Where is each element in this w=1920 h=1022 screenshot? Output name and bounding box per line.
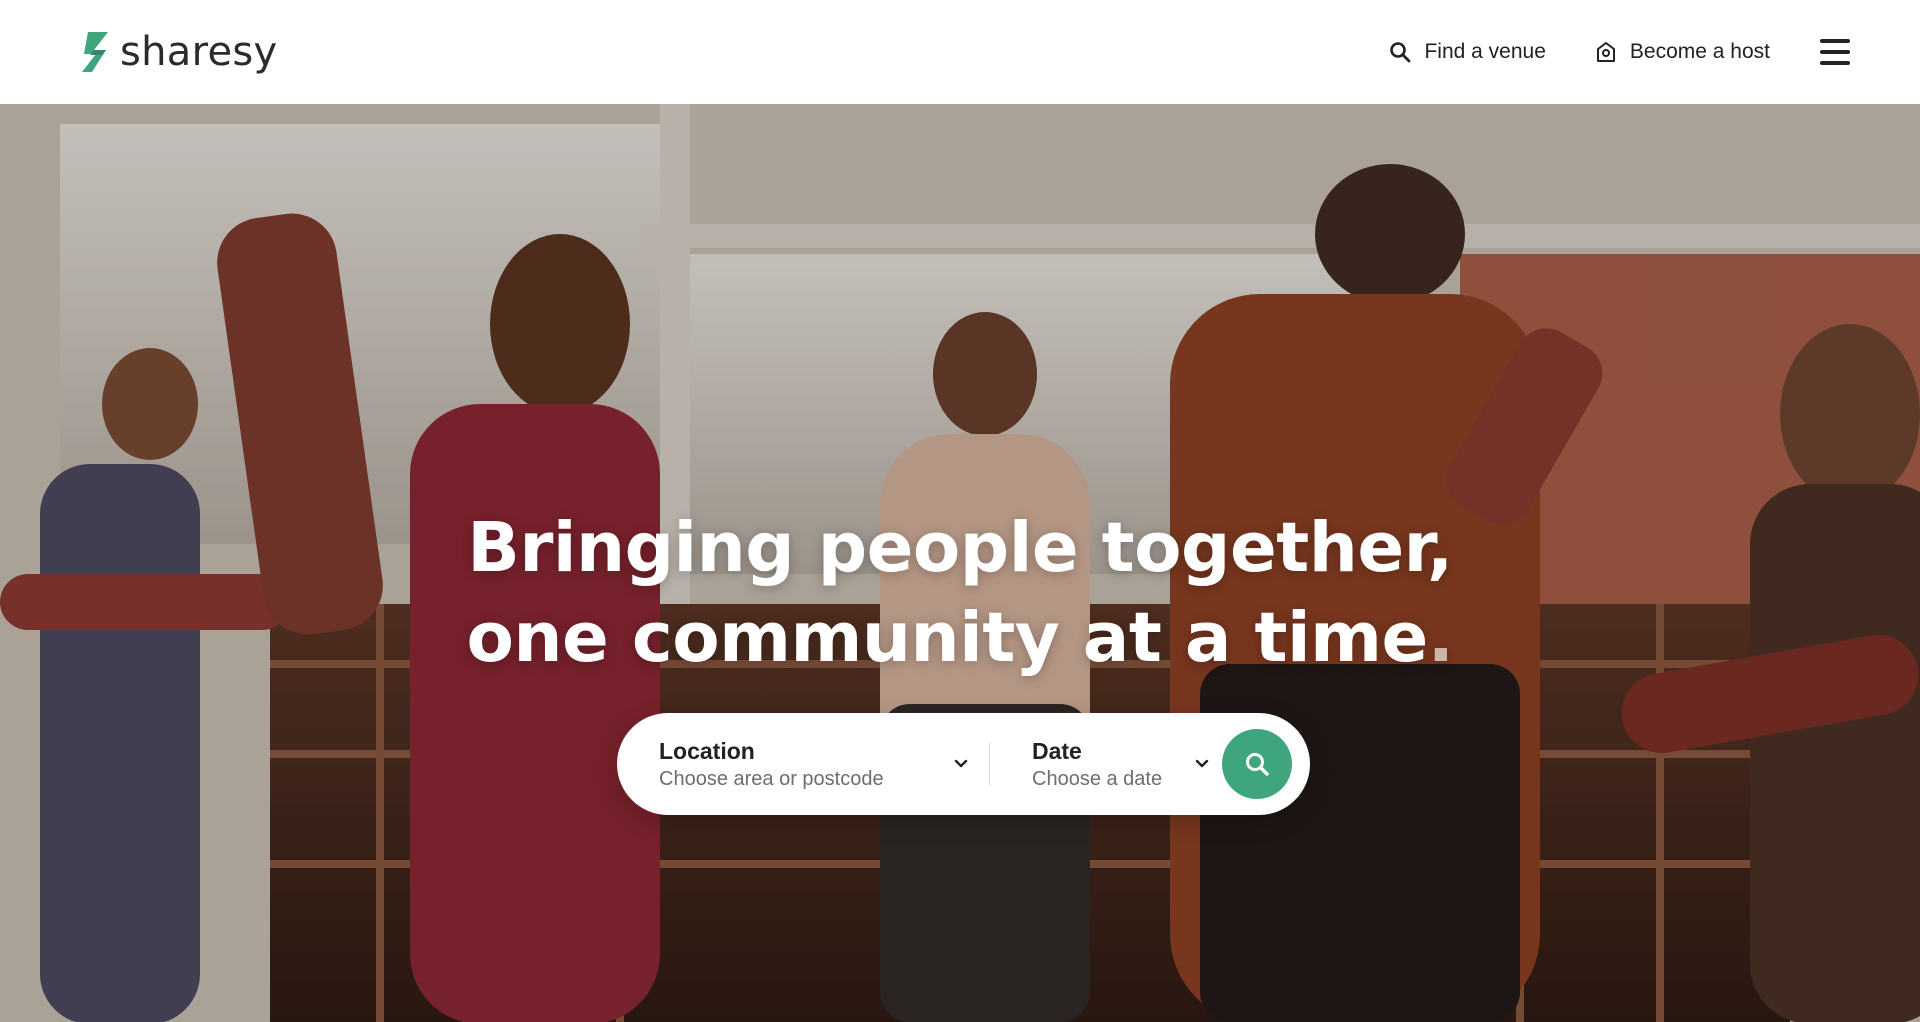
date-placeholder: Choose a date — [1032, 768, 1163, 790]
sharesy-logo-icon — [82, 32, 108, 72]
menu-line — [1820, 50, 1850, 54]
hamburger-menu-icon[interactable] — [1820, 37, 1850, 67]
logo-text: sharesy — [120, 29, 278, 75]
become-host-link[interactable]: Become a host — [1594, 40, 1770, 64]
location-placeholder: Choose area or postcode — [659, 768, 884, 790]
search-button[interactable] — [1222, 729, 1292, 799]
menu-line — [1820, 61, 1850, 65]
headline-line-2: one community at a time — [466, 598, 1428, 678]
site-header: sharesy Find a venue Become a host — [0, 0, 1920, 104]
logo[interactable]: sharesy — [80, 29, 278, 75]
date-field[interactable]: Date Choose a date — [990, 736, 1210, 792]
house-icon — [1596, 42, 1615, 62]
date-label: Date — [1032, 738, 1082, 764]
hero: Bringing people together, one community … — [0, 104, 1920, 1022]
top-nav: Find a venue Become a host — [1388, 37, 1850, 67]
search-icon — [1246, 753, 1269, 776]
become-host-label: Become a host — [1629, 40, 1770, 63]
headline-dot: . — [1427, 598, 1454, 678]
hero-headline: Bringing people together, one community … — [0, 503, 1920, 683]
location-field[interactable]: Location Choose area or postcode — [659, 736, 969, 792]
headline-line-1: Bringing people together, — [467, 508, 1453, 588]
location-label: Location — [659, 738, 755, 764]
chevron-down-icon — [1195, 759, 1209, 768]
chevron-down-icon — [954, 759, 968, 768]
find-venue-link[interactable]: Find a venue — [1388, 40, 1546, 64]
find-venue-label: Find a venue — [1424, 40, 1546, 63]
menu-line — [1820, 39, 1850, 43]
venue-search-bar: Location Choose area or postcode Date Ch… — [617, 713, 1310, 815]
search-icon — [1390, 42, 1411, 63]
